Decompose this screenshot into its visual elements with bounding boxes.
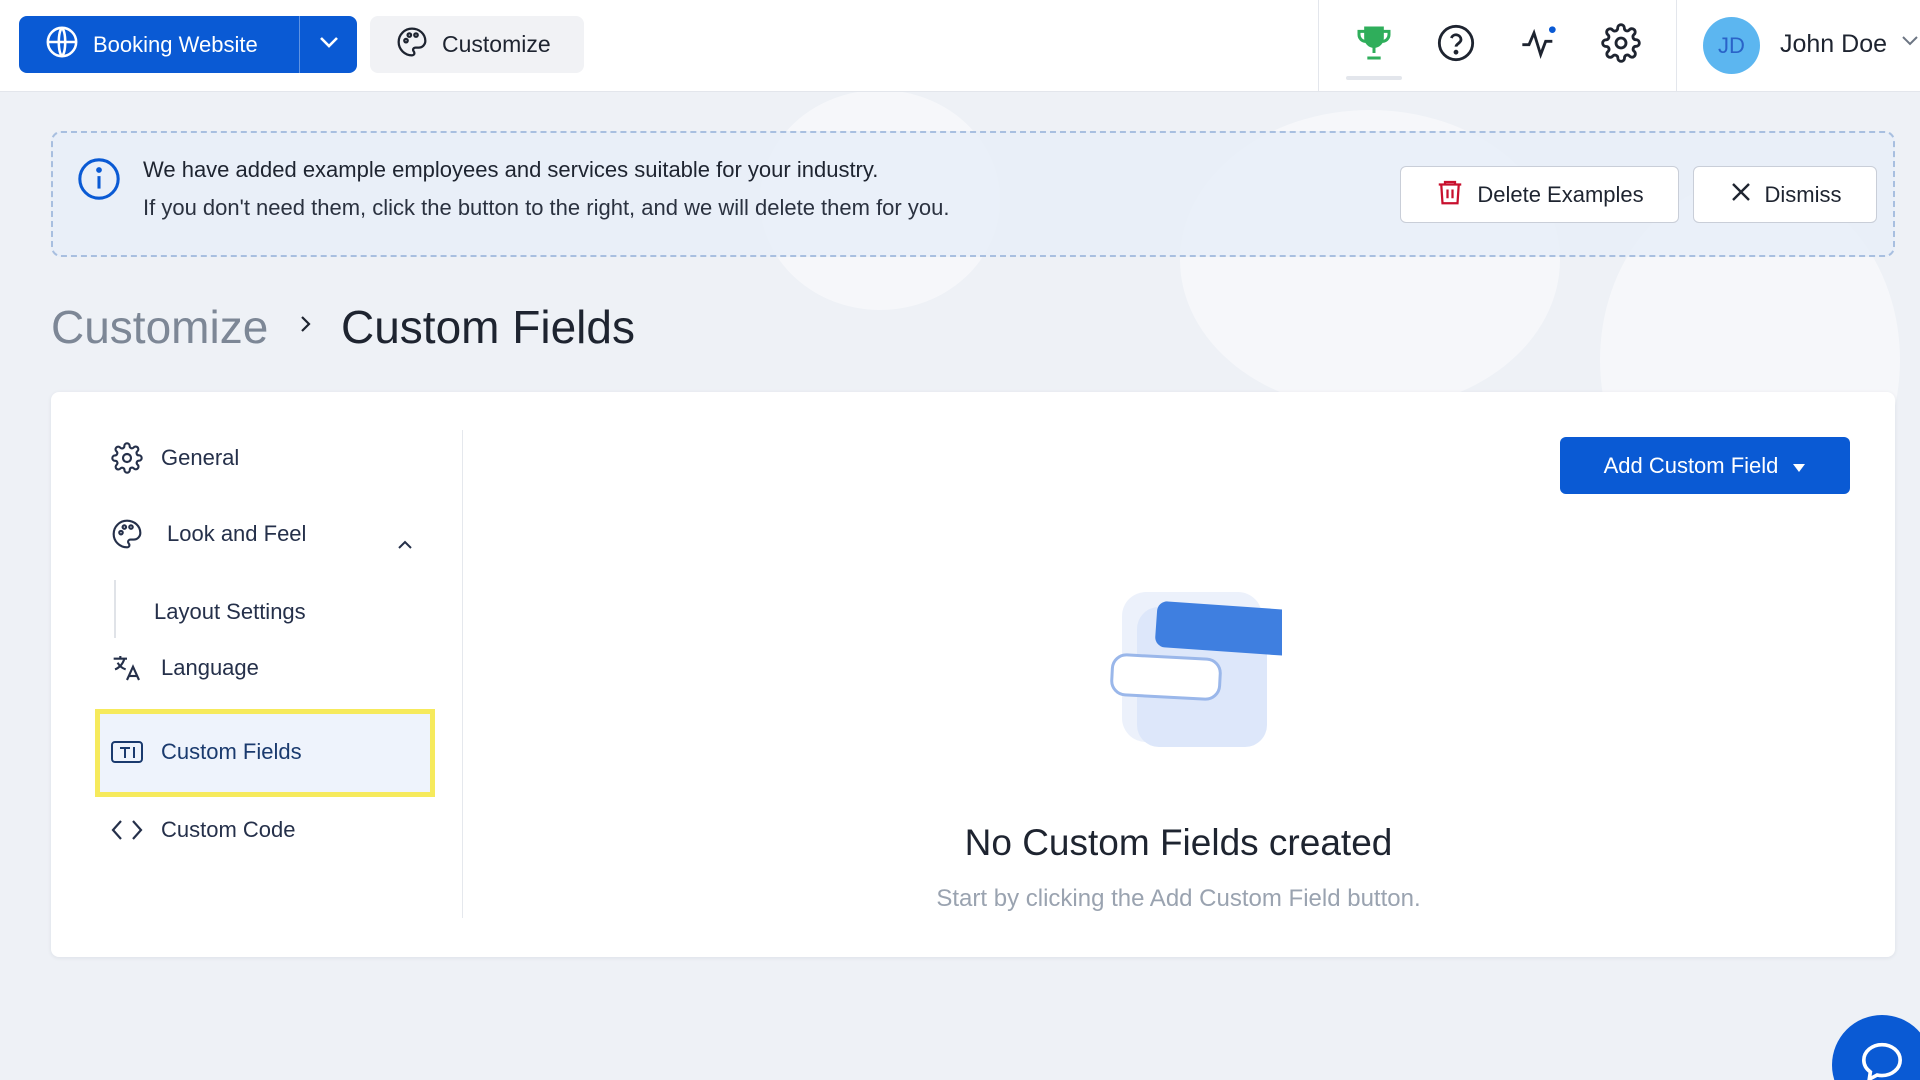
- user-name[interactable]: John Doe: [1780, 30, 1887, 59]
- gear-icon: [109, 440, 145, 476]
- settings-button[interactable]: [1598, 22, 1644, 68]
- sidebar-item-label: Custom Fields: [161, 739, 302, 764]
- sidebar-item-language[interactable]: Language: [109, 650, 259, 686]
- site-selector-button[interactable]: Booking Website: [19, 16, 299, 73]
- sidebar-item-label: Language: [161, 655, 259, 680]
- site-selector-dropdown[interactable]: [300, 16, 357, 73]
- dismiss-button[interactable]: Dismiss: [1693, 166, 1877, 223]
- site-selector: Booking Website: [19, 16, 357, 73]
- text-field-icon: [109, 734, 145, 770]
- globe-icon: [45, 25, 79, 64]
- settings-icon: [1601, 22, 1641, 68]
- page-title: Custom Fields: [341, 301, 635, 353]
- activity-button[interactable]: [1516, 22, 1562, 68]
- sidebar-item-custom-code[interactable]: Custom Code: [109, 812, 296, 848]
- delete-examples-label: Delete Examples: [1477, 181, 1644, 207]
- submenu-guide-line: [114, 580, 116, 638]
- divider: [1318, 0, 1319, 92]
- translate-icon: [109, 650, 145, 686]
- chevron-up-icon[interactable]: [396, 538, 414, 556]
- add-custom-field-button[interactable]: Add Custom Field: [1560, 437, 1850, 494]
- help-button[interactable]: [1433, 22, 1479, 68]
- chat-widget-button[interactable]: [1832, 1015, 1920, 1080]
- help-icon: [1436, 23, 1476, 68]
- code-icon: [109, 812, 145, 848]
- chevron-right-icon: [298, 312, 314, 341]
- avatar-initials: JD: [1718, 32, 1745, 58]
- delete-examples-button[interactable]: Delete Examples: [1400, 166, 1679, 223]
- customize-label: Customize: [442, 31, 551, 57]
- sidebar-item-label: General: [161, 445, 240, 470]
- sidebar-item-custom-fields-content: Custom Fields: [109, 734, 302, 770]
- chat-icon: [1860, 1041, 1904, 1080]
- sidebar-item-label: Custom Code: [161, 817, 296, 842]
- trophy-icon: [1354, 23, 1394, 68]
- banner-message-detail: If you don't need them, click the button…: [143, 195, 950, 220]
- empty-state-subtitle: Start by clicking the Add Custom Field b…: [936, 885, 1421, 912]
- trophy-button[interactable]: [1351, 22, 1397, 68]
- sidebar-item-label: Look and Feel: [167, 521, 307, 546]
- activity-icon: [1519, 23, 1559, 68]
- chevron-down-icon[interactable]: [1900, 34, 1920, 53]
- palette-icon: [109, 516, 145, 552]
- active-indicator: [1346, 76, 1402, 80]
- empty-state-title: No Custom Fields created: [964, 822, 1393, 863]
- sidebar-item-look-and-feel[interactable]: Look and Feel: [109, 516, 306, 552]
- top-bar: Booking Website Customize JD John Doe: [0, 0, 1920, 92]
- customize-button[interactable]: Customize: [370, 16, 584, 73]
- breadcrumb-parent[interactable]: Customize: [51, 300, 268, 354]
- site-selector-label: Booking Website: [93, 31, 258, 57]
- add-custom-field-label: Add Custom Field: [1603, 452, 1779, 478]
- info-icon: [76, 156, 122, 207]
- content-card: General Look and Feel Layout Settings La…: [51, 392, 1895, 957]
- close-icon: [1729, 180, 1753, 210]
- sidebar-item-layout-settings[interactable]: Layout Settings: [154, 599, 306, 625]
- banner-message: We have added example employees and serv…: [143, 157, 879, 182]
- palette-icon: [396, 26, 428, 63]
- sidebar-item-general[interactable]: General: [109, 440, 239, 476]
- trash-icon: [1435, 177, 1465, 213]
- divider: [1676, 0, 1677, 92]
- caret-down-icon: [1792, 453, 1806, 479]
- info-banner: We have added example employees and serv…: [51, 131, 1895, 257]
- dismiss-label: Dismiss: [1764, 181, 1842, 207]
- chevron-down-icon: [318, 35, 340, 54]
- avatar[interactable]: JD: [1703, 17, 1760, 74]
- empty-state-illustration: [1092, 582, 1309, 767]
